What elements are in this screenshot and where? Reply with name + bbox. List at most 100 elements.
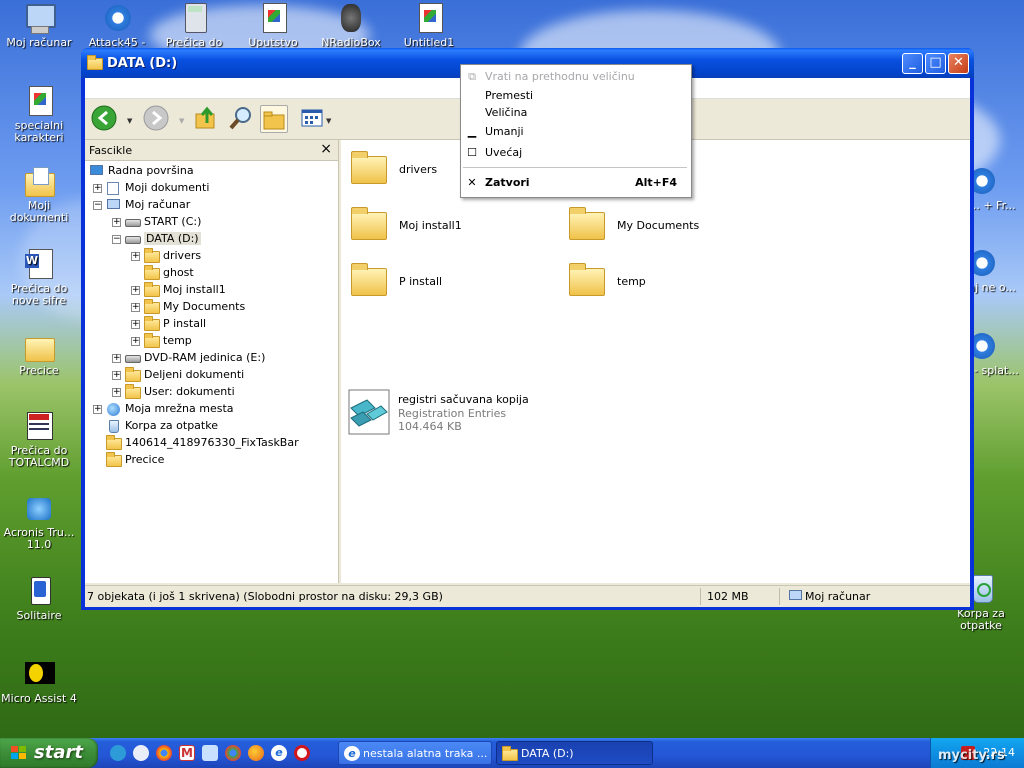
desktop-icon[interactable]: Micro Assist 4 (0, 658, 78, 705)
menu-item-zatvori[interactable]: ✕ Zatvori Alt+F4 (461, 173, 691, 193)
desktop-icon[interactable]: Acronis Tru... 11.0 (0, 492, 78, 551)
expand-toggle-icon[interactable]: + (112, 387, 121, 397)
quicklaunch-opera-icon[interactable] (294, 745, 310, 761)
folder-item[interactable]: Moj install1 (351, 206, 551, 246)
expand-toggle-icon[interactable]: + (112, 370, 121, 380)
desktop-icon[interactable]: Solitaire (0, 575, 78, 622)
quicklaunch-media-player-icon[interactable] (133, 745, 149, 761)
tree-node[interactable]: + temp (131, 332, 192, 349)
quicklaunch-firefox-icon[interactable] (248, 745, 264, 761)
menu-item-label: Zatvori (485, 176, 530, 189)
tree-node[interactable]: + P install (131, 315, 206, 332)
desktop-icon[interactable]: W Prečica do nove sifre (0, 248, 78, 307)
taskbar-button[interactable]: e nestala alatna traka ... (338, 741, 492, 765)
tree-node[interactable]: ghost (131, 264, 194, 281)
folder-item[interactable]: temp (569, 262, 769, 302)
tree-node[interactable]: Korpa za otpatke (93, 417, 218, 434)
taskbar-button[interactable]: DATA (D:) (496, 741, 653, 765)
back-button[interactable]: ▼ (91, 105, 132, 133)
up-folder-button[interactable] (193, 105, 221, 133)
folders-button[interactable] (260, 105, 288, 133)
expand-toggle-icon[interactable]: + (131, 302, 140, 312)
expand-toggle-icon[interactable]: + (112, 217, 121, 227)
expand-toggle-icon[interactable]: + (131, 319, 140, 329)
speaker-icon (335, 2, 367, 34)
quicklaunch-app-icon[interactable] (202, 745, 218, 761)
registry-file-item[interactable]: registri sačuvana kopija Registration En… (345, 388, 545, 436)
expand-toggle-icon[interactable]: + (93, 183, 102, 193)
minimize-button[interactable]: _ (902, 53, 923, 74)
dropdown-arrow-icon[interactable]: ▼ (179, 117, 184, 125)
folder-icon (87, 55, 103, 70)
desktop-icon-label: specialni karakteri (14, 119, 64, 144)
tree-node[interactable]: + Moj install1 (131, 281, 226, 298)
dropdown-arrow-icon[interactable]: ▼ (127, 117, 132, 125)
expand-toggle-icon[interactable]: + (131, 251, 140, 261)
windows-flag-icon (11, 746, 26, 759)
folder-name: drivers (399, 163, 438, 176)
tree-node[interactable]: − DATA (D:) (112, 230, 201, 247)
quicklaunch-ie-icon[interactable]: e (271, 745, 287, 761)
folder-name: temp (617, 275, 646, 288)
document-icon (257, 2, 289, 34)
tree-node[interactable]: + User: dokumenti (112, 383, 235, 400)
desktop-icon[interactable]: Moj računar (0, 2, 78, 49)
maximize-button[interactable]: □ (925, 53, 946, 74)
tree-node[interactable]: Radna površina (89, 162, 194, 179)
expand-toggle-icon[interactable]: + (131, 285, 140, 295)
start-button[interactable]: start (0, 738, 98, 768)
tree-node-label: User: dokumenti (144, 385, 235, 398)
tree-node[interactable]: + DVD-RAM jedinica (E:) (112, 349, 265, 366)
quicklaunch-messenger-icon[interactable] (110, 745, 126, 761)
desktop-icon[interactable]: Prečica do TOTALCMD (0, 410, 78, 469)
tree-node[interactable]: + START (C:) (112, 213, 201, 230)
desktop-icon[interactable]: NRadioBox (312, 2, 390, 49)
folder-item[interactable]: P install (351, 262, 551, 302)
folder-icon (569, 263, 605, 296)
views-button[interactable]: ▼ (300, 105, 331, 133)
quicklaunch-chrome2-icon[interactable] (225, 745, 241, 761)
expand-toggle-icon[interactable]: − (93, 200, 102, 210)
desktop-icon[interactable]: Precice (0, 330, 78, 377)
quicklaunch-gmail-icon[interactable]: M (179, 745, 195, 761)
expand-toggle-icon[interactable]: + (93, 404, 102, 414)
desktop-icon[interactable]: Untitled1 (390, 2, 468, 49)
desktop-icon[interactable]: Moji dokumenti (0, 165, 78, 224)
expand-toggle-icon[interactable]: − (112, 234, 121, 244)
folder-item[interactable]: My Documents (569, 206, 769, 246)
tree-node[interactable]: + Deljeni dokumenti (112, 366, 244, 383)
tree-node-label: Radna površina (108, 164, 194, 177)
folder-icon (125, 367, 141, 382)
recycle-bin-icon (106, 419, 122, 433)
tree-node[interactable]: + drivers (131, 247, 201, 264)
dropdown-arrow-icon[interactable]: ▼ (326, 117, 331, 125)
tree-node[interactable]: + Moja mrežna mesta (93, 400, 234, 417)
restore-icon: ⧉ (468, 70, 476, 83)
my-computer-icon (788, 589, 802, 603)
desktop-icon[interactable]: specialni karakteri (0, 85, 78, 144)
expand-toggle-icon[interactable]: + (131, 336, 140, 346)
tree-node[interactable]: 140614_418976330_FixTaskBar (93, 434, 299, 451)
folders-icon (263, 111, 285, 130)
tree-node[interactable]: + My Documents (131, 298, 245, 315)
search-button[interactable] (228, 105, 256, 133)
status-bar: 7 objekata (i još 1 skrivena) (Slobodni … (85, 585, 970, 607)
registry-file-type: Registration Entries (398, 407, 507, 420)
tree-node[interactable]: − Moj računar (93, 196, 190, 213)
close-pane-button[interactable]: × (320, 141, 332, 157)
menu-item-veli-ina[interactable]: Veličina (461, 103, 691, 123)
document-shortcut-icon (413, 2, 445, 34)
my-computer-icon (106, 198, 122, 212)
quicklaunch-chrome-icon[interactable] (156, 745, 172, 761)
desktop-icon[interactable]: Uputstvo (234, 2, 312, 49)
forward-button[interactable]: ▼ (143, 105, 184, 133)
window-title: DATA (D:) (107, 56, 178, 71)
menu-item-umanji[interactable]: ▁ Umanji (461, 122, 691, 142)
tree-node[interactable]: + Moji dokumenti (93, 179, 209, 196)
desktop-icon[interactable]: Attack45 - (78, 2, 156, 49)
folder-name: My Documents (617, 219, 700, 232)
close-button[interactable]: ✕ (948, 53, 969, 74)
expand-toggle-icon[interactable]: + (112, 353, 121, 363)
menu-item-uve-aj[interactable]: ☐ Uvećaj (461, 143, 691, 163)
tree-node[interactable]: Precice (93, 451, 164, 468)
